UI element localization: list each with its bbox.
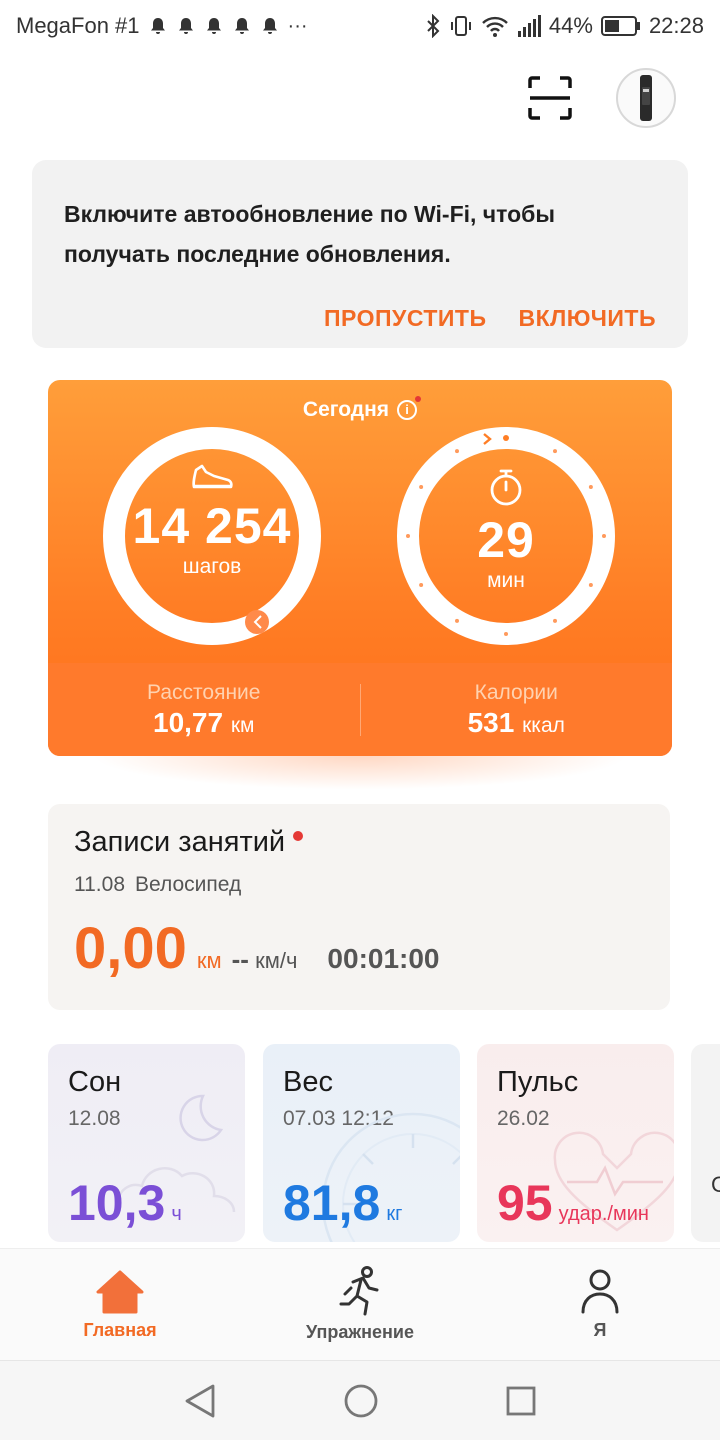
bottom-navigation: Главная Упражнение Я xyxy=(0,1248,720,1360)
sleep-tile[interactable]: Сон 12.08 10,3 ч xyxy=(48,1044,245,1242)
distance-label: Расстояние xyxy=(147,680,261,704)
workout-records-card[interactable]: Записи занятий 11.08 Велосипед 0,00 км --… xyxy=(48,804,670,1010)
calories-stat: Калории 531 ккал xyxy=(361,681,673,739)
nav-exercise[interactable]: Упражнение xyxy=(240,1249,480,1360)
workout-date: 11.08 xyxy=(74,873,125,896)
sleep-unit: ч xyxy=(171,1203,182,1225)
weight-title: Вес xyxy=(283,1066,333,1098)
calories-label: Калории xyxy=(474,680,558,704)
info-icon[interactable]: i xyxy=(397,396,422,420)
shoe-icon xyxy=(192,464,233,489)
new-indicator-dot xyxy=(293,831,304,841)
workout-duration: 00:01:00 xyxy=(327,943,440,974)
minutes-value: 29 xyxy=(477,512,535,568)
more-notifications-icon: ··· xyxy=(287,14,308,37)
next-tile-peek[interactable]: С xyxy=(691,1044,720,1242)
home-circle-icon[interactable] xyxy=(343,1383,379,1419)
minutes-ring-tick xyxy=(504,632,508,636)
home-icon xyxy=(96,1270,144,1314)
workout-speed: -- xyxy=(231,944,249,974)
sleep-value: 10,3 xyxy=(68,1175,166,1231)
pulse-unit: удар./мин xyxy=(558,1203,649,1225)
wifi-icon xyxy=(482,16,508,37)
skip-button[interactable]: ПРОПУСТИТЬ xyxy=(324,305,487,332)
calories-unit: ккал xyxy=(522,713,565,737)
bell-icon xyxy=(150,18,165,34)
calories-value: 531 xyxy=(467,706,515,738)
sleep-title: Сон xyxy=(68,1066,122,1098)
sleep-date: 12.08 xyxy=(68,1107,121,1130)
pulse-title: Пульс xyxy=(497,1066,579,1098)
battery-icon xyxy=(600,16,640,36)
bluetooth-icon xyxy=(427,14,440,38)
bell-icon xyxy=(206,18,221,34)
workout-type: Велосипед xyxy=(135,873,242,896)
steps-block: 14 254 шагов xyxy=(102,462,322,579)
distance-value: 10,77 xyxy=(153,706,224,738)
minutes-unit: мин xyxy=(487,569,525,592)
recents-icon[interactable] xyxy=(505,1385,537,1417)
bell-icon xyxy=(234,18,249,34)
distance-unit: км xyxy=(230,713,255,737)
today-header: Сегодня i xyxy=(48,396,672,422)
workout-speed-unit: км/ч xyxy=(255,948,298,973)
minutes-ring-tick xyxy=(553,618,557,623)
today-label: Сегодня xyxy=(302,398,390,421)
pulse-tile[interactable]: Пульс 26.02 95 удар./мин xyxy=(477,1044,674,1242)
distance-stat: Расстояние 10,77 км xyxy=(48,681,360,739)
stopwatch-icon xyxy=(490,469,522,506)
nav-home-label: Главная xyxy=(83,1320,157,1340)
person-icon xyxy=(581,1269,619,1314)
workout-title: Записи занятий xyxy=(74,826,286,858)
running-person-icon xyxy=(339,1266,379,1316)
weight-unit: кг xyxy=(386,1203,403,1225)
activity-stats-row: Расстояние 10,77 км Калории 531 ккал xyxy=(48,663,672,756)
weight-value: 81,8 xyxy=(283,1175,381,1231)
minutes-ring-tick xyxy=(553,449,557,454)
vibrate-icon xyxy=(450,16,471,36)
status-bar: MegaFon #1 ··· 44% 22:28 xyxy=(0,0,720,52)
steps-ring-end-cap xyxy=(245,610,269,634)
workout-distance-unit: км xyxy=(196,948,222,973)
next-tile-peek-text: С xyxy=(711,1172,720,1197)
scan-icon[interactable] xyxy=(528,76,572,120)
minutes-block: 29 мин xyxy=(396,468,616,593)
nav-me-label: Я xyxy=(593,1320,607,1340)
steps-unit: шагов xyxy=(182,555,242,578)
battery-percent: 44% xyxy=(548,13,593,38)
nav-home[interactable]: Главная xyxy=(0,1249,240,1360)
banner-message: Включите автообновление по Wi-Fi, чтобы … xyxy=(64,201,556,267)
pulse-value: 95 xyxy=(497,1175,553,1231)
weight-tile[interactable]: Вес 07.03 12:12 81,8 кг xyxy=(263,1044,460,1242)
bell-icon xyxy=(262,18,277,34)
bell-icon xyxy=(178,18,193,34)
nav-exercise-label: Упражнение xyxy=(306,1322,414,1342)
minutes-ring-tick xyxy=(455,618,459,623)
enable-button[interactable]: ВКЛЮЧИТЬ xyxy=(519,305,656,332)
carrier-name: MegaFon #1 xyxy=(16,13,140,38)
workout-distance: 0,00 xyxy=(74,916,187,981)
wifi-autoupdate-banner: Включите автообновление по Wi-Fi, чтобы … xyxy=(32,160,688,348)
device-icon[interactable] xyxy=(616,68,676,128)
signal-icon xyxy=(517,15,541,37)
clock: 22:28 xyxy=(648,13,704,38)
top-action-bar xyxy=(528,68,676,128)
weight-date: 07.03 12:12 xyxy=(283,1107,394,1130)
system-navigation-bar xyxy=(0,1360,720,1440)
today-activity-card[interactable]: Сегодня i 14 254 шагов 29 мин Расстояние … xyxy=(48,380,672,756)
nav-me[interactable]: Я xyxy=(480,1249,720,1360)
steps-value: 14 254 xyxy=(132,498,292,554)
back-icon[interactable] xyxy=(183,1383,217,1419)
pulse-date: 26.02 xyxy=(497,1107,550,1130)
minutes-ring-tick xyxy=(455,449,459,454)
